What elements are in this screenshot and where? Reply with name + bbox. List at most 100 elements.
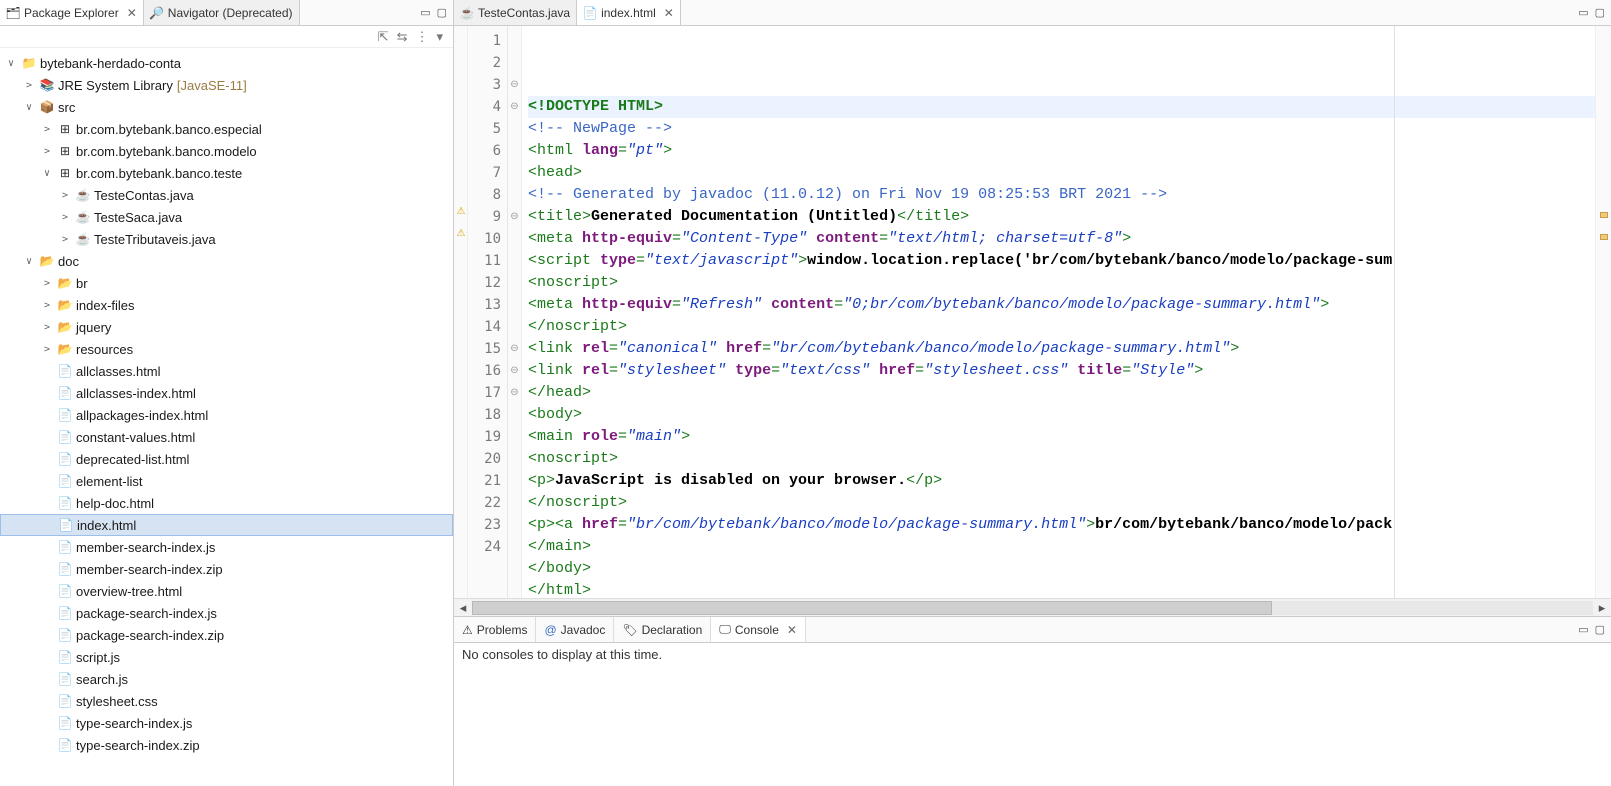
fold-toggle-icon[interactable]: ⊖ <box>508 382 521 404</box>
tab-problems[interactable]: ⚠Problems <box>454 617 536 642</box>
code-content[interactable]: <!DOCTYPE HTML><!-- NewPage --><html lan… <box>522 26 1595 598</box>
close-icon[interactable]: ✕ <box>664 6 674 20</box>
twisty-icon[interactable]: > <box>40 146 54 157</box>
code-line[interactable]: </noscript> <box>528 492 1595 514</box>
folding-ruler[interactable]: ⊖⊖⊖⊖⊖⊖ <box>508 26 522 598</box>
tree-file[interactable]: 📄constant-values.html <box>0 426 453 448</box>
scroll-left-icon[interactable]: ◂ <box>454 600 472 616</box>
tree-file[interactable]: 📄type-search-index.zip <box>0 734 453 756</box>
tree-doc[interactable]: ∨📂doc <box>0 250 453 272</box>
text-editor[interactable]: ⚠⚠ 1234567891011121314151617181920212223… <box>454 26 1611 598</box>
minimize-editor-icon[interactable]: ▭ <box>1578 6 1588 19</box>
scroll-right-icon[interactable]: ▸ <box>1593 600 1611 616</box>
view-menu-icon[interactable]: ▾ <box>436 29 443 45</box>
tree-file[interactable]: 📄deprecated-list.html <box>0 448 453 470</box>
code-line[interactable]: <!DOCTYPE HTML> <box>528 96 1595 118</box>
code-line[interactable]: <p>JavaScript is disabled on your browse… <box>528 470 1595 492</box>
minimize-view-icon[interactable]: ▭ <box>420 6 430 19</box>
tree-file[interactable]: 📄stylesheet.css <box>0 690 453 712</box>
tree-jre[interactable]: >📚JRE System Library [JavaSE-11] <box>0 74 453 96</box>
editor-tab-index[interactable]: 📄 index.html ✕ <box>577 0 681 25</box>
fold-toggle-icon[interactable]: ⊖ <box>508 74 521 96</box>
overview-ruler[interactable] <box>1595 26 1611 598</box>
twisty-icon[interactable]: ∨ <box>22 256 36 267</box>
close-icon[interactable]: ✕ <box>787 623 797 637</box>
tree-pkg-especial[interactable]: >⊞br.com.bytebank.banco.especial <box>0 118 453 140</box>
tree-cu-saca[interactable]: >☕TesteSaca.java <box>0 206 453 228</box>
tree-file[interactable]: 📄search.js <box>0 668 453 690</box>
tab-console[interactable]: 🖵Console✕ <box>711 617 806 642</box>
tab-javadoc[interactable]: @Javadoc <box>536 617 614 642</box>
code-line[interactable]: </html> <box>528 580 1595 598</box>
tree-file[interactable]: 📄allclasses-index.html <box>0 382 453 404</box>
scroll-track[interactable] <box>472 601 1593 615</box>
tree-pkg-teste[interactable]: ∨⊞br.com.bytebank.banco.teste <box>0 162 453 184</box>
twisty-icon[interactable]: > <box>22 80 36 91</box>
twisty-icon[interactable]: > <box>58 234 72 245</box>
close-icon[interactable]: ✕ <box>127 6 137 20</box>
fold-toggle-icon[interactable]: ⊖ <box>508 338 521 360</box>
code-line[interactable]: <title>Generated Documentation (Untitled… <box>528 206 1595 228</box>
code-line[interactable]: <noscript> <box>528 272 1595 294</box>
filter-icon[interactable]: ⋮ <box>415 29 428 45</box>
minimize-view-icon[interactable]: ▭ <box>1578 623 1588 636</box>
tree-doc-indexfiles[interactable]: >📂index-files <box>0 294 453 316</box>
twisty-icon[interactable]: > <box>58 212 72 223</box>
tree-doc-resources[interactable]: >📂resources <box>0 338 453 360</box>
project-tree[interactable]: ∨📁bytebank-herdado-conta>📚JRE System Lib… <box>0 48 453 786</box>
code-line[interactable]: <!-- Generated by javadoc (11.0.12) on F… <box>528 184 1595 206</box>
collapse-all-icon[interactable]: ⇱ <box>378 29 389 45</box>
twisty-icon[interactable]: > <box>40 278 54 289</box>
code-line[interactable]: <!-- NewPage --> <box>528 118 1595 140</box>
tree-doc-jquery[interactable]: >📂jquery <box>0 316 453 338</box>
code-line[interactable]: <main role="main"> <box>528 426 1595 448</box>
tree-doc-br[interactable]: >📂br <box>0 272 453 294</box>
twisty-icon[interactable]: ∨ <box>22 102 36 113</box>
tree-cu-trib[interactable]: >☕TesteTributaveis.java <box>0 228 453 250</box>
editor-tab-testecontas[interactable]: ☕ TesteContas.java <box>454 0 577 25</box>
tree-file[interactable]: 📄help-doc.html <box>0 492 453 514</box>
warning-marker-icon[interactable]: ⚠ <box>455 228 467 240</box>
link-editor-icon[interactable]: ⇆ <box>397 29 408 45</box>
code-line[interactable]: </body> <box>528 558 1595 580</box>
code-line[interactable]: <body> <box>528 404 1595 426</box>
tree-file[interactable]: 📄script.js <box>0 646 453 668</box>
tree-pkg-modelo[interactable]: >⊞br.com.bytebank.banco.modelo <box>0 140 453 162</box>
maximize-view-icon[interactable]: ▢ <box>437 6 447 19</box>
code-line[interactable]: <link rel="stylesheet" type="text/css" h… <box>528 360 1595 382</box>
maximize-view-icon[interactable]: ▢ <box>1595 623 1605 636</box>
twisty-icon[interactable]: ∨ <box>4 58 18 69</box>
fold-toggle-icon[interactable]: ⊖ <box>508 360 521 382</box>
tab-navigator[interactable]: 🔎 Navigator (Deprecated) <box>144 0 300 25</box>
warning-marker-icon[interactable] <box>1600 234 1608 240</box>
twisty-icon[interactable]: > <box>58 190 72 201</box>
twisty-icon[interactable]: > <box>40 124 54 135</box>
tree-project[interactable]: ∨📁bytebank-herdado-conta <box>0 52 453 74</box>
twisty-icon[interactable]: > <box>40 300 54 311</box>
twisty-icon[interactable]: ∨ <box>40 168 54 179</box>
code-line[interactable]: <meta http-equiv="Refresh" content="0;br… <box>528 294 1595 316</box>
tree-file[interactable]: 📄type-search-index.js <box>0 712 453 734</box>
horizontal-scrollbar[interactable]: ◂ ▸ <box>454 598 1611 616</box>
fold-toggle-icon[interactable]: ⊖ <box>508 206 521 228</box>
code-line[interactable]: <html lang="pt"> <box>528 140 1595 162</box>
scroll-thumb[interactable] <box>472 601 1272 615</box>
maximize-editor-icon[interactable]: ▢ <box>1595 6 1605 19</box>
fold-toggle-icon[interactable]: ⊖ <box>508 96 521 118</box>
code-line[interactable]: <head> <box>528 162 1595 184</box>
tree-file[interactable]: 📄member-search-index.zip <box>0 558 453 580</box>
tree-file[interactable]: 📄overview-tree.html <box>0 580 453 602</box>
tree-src[interactable]: ∨📦src <box>0 96 453 118</box>
twisty-icon[interactable]: > <box>40 344 54 355</box>
tree-cu-contas[interactable]: >☕TesteContas.java <box>0 184 453 206</box>
twisty-icon[interactable]: > <box>40 322 54 333</box>
code-line[interactable]: </noscript> <box>528 316 1595 338</box>
code-line[interactable]: <script type="text/javascript">window.lo… <box>528 250 1595 272</box>
tree-file[interactable]: 📄package-search-index.zip <box>0 624 453 646</box>
tree-file[interactable]: 📄allpackages-index.html <box>0 404 453 426</box>
code-line[interactable]: <p><a href="br/com/bytebank/banco/modelo… <box>528 514 1595 536</box>
code-line[interactable]: <meta http-equiv="Content-Type" content=… <box>528 228 1595 250</box>
tab-declaration[interactable]: 🏷Declaration <box>614 617 711 642</box>
code-line[interactable]: </head> <box>528 382 1595 404</box>
code-line[interactable]: </main> <box>528 536 1595 558</box>
